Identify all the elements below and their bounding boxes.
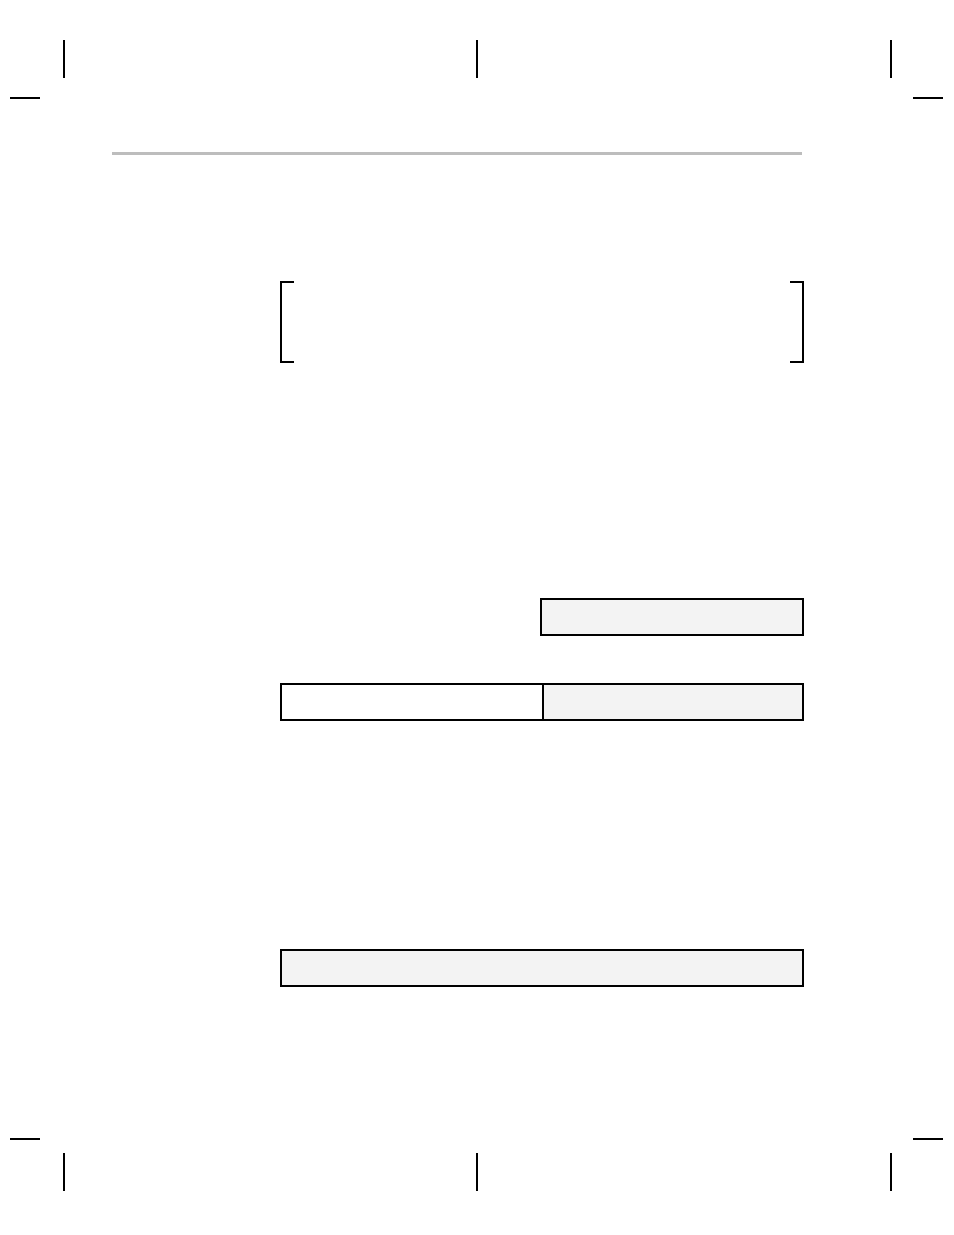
callout-box xyxy=(280,281,804,363)
crop-mark xyxy=(890,1153,892,1191)
full-shaded-field xyxy=(280,949,804,987)
shaded-field xyxy=(540,598,804,636)
header-rule xyxy=(112,152,802,155)
crop-mark xyxy=(476,40,478,78)
crop-mark xyxy=(476,1153,478,1191)
crop-mark xyxy=(913,97,943,99)
crop-mark xyxy=(63,40,65,78)
row-cell-left xyxy=(282,685,544,719)
crop-mark xyxy=(913,1138,943,1140)
crop-mark xyxy=(10,97,40,99)
row-cell-right xyxy=(544,685,802,719)
two-cell-row xyxy=(280,683,804,721)
crop-mark xyxy=(890,40,892,78)
crop-mark xyxy=(10,1138,40,1140)
crop-mark xyxy=(63,1153,65,1191)
